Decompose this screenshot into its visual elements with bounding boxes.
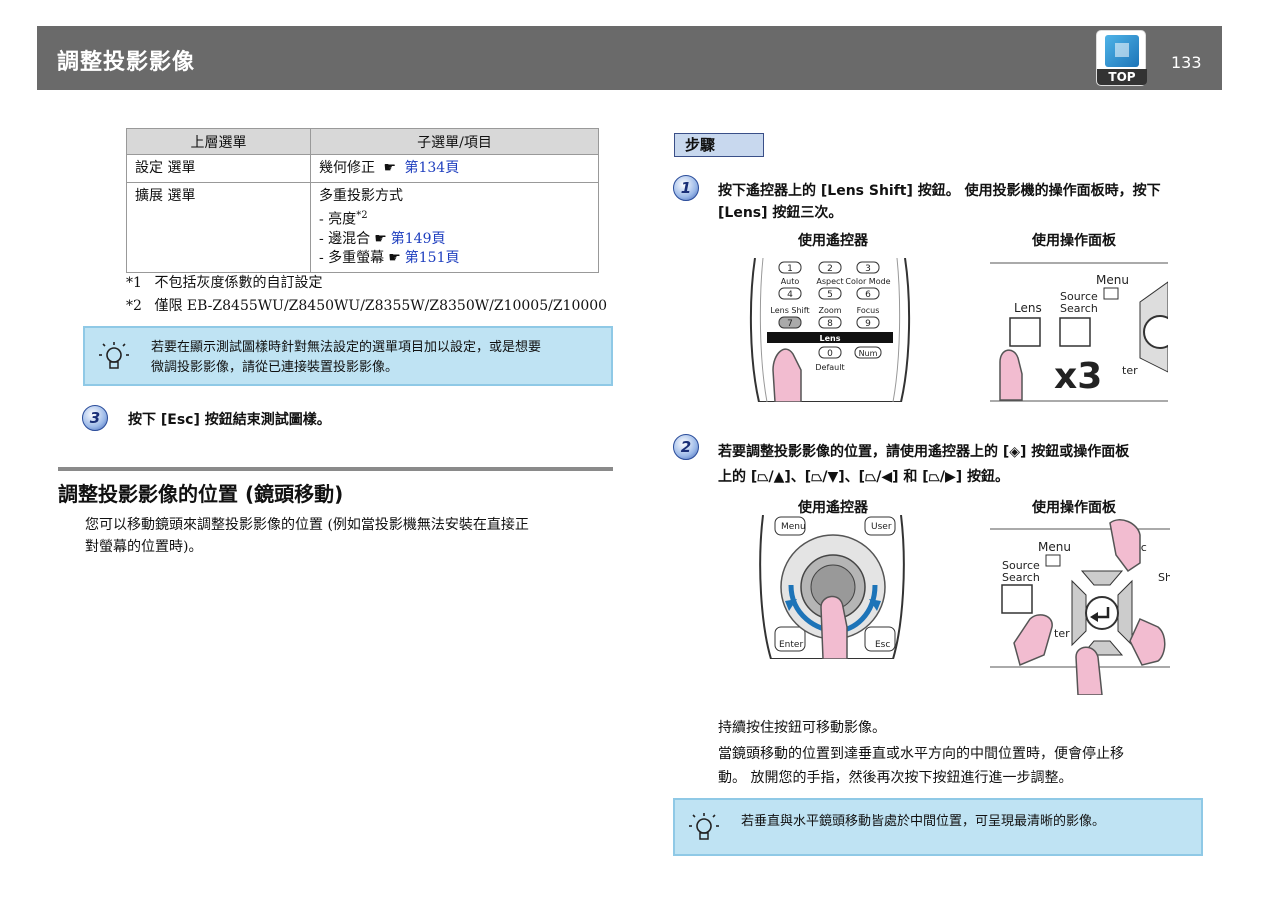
page-header: 調整投影影像 TOP 133: [37, 26, 1222, 90]
item-text: 幾何修正: [319, 160, 375, 176]
section-title: 調整投影影像的位置 (鏡頭移動): [58, 482, 344, 506]
list-item: - 亮度*2: [319, 206, 590, 230]
svg-text:Focus: Focus: [857, 306, 880, 315]
panel-lens-figure: Menu Source Search Lens x3 ter: [990, 262, 1168, 402]
figure-caption: 使用遙控器: [798, 500, 868, 516]
step-text: 按下 [Esc] 按鈕結束測試圖樣。: [128, 412, 331, 428]
svg-text:Aspect: Aspect: [816, 277, 843, 286]
table-cell: 幾何修正 ☛ 第134頁: [310, 154, 599, 183]
table-row: 設定 選單 幾何修正 ☛ 第134頁: [126, 154, 599, 183]
list-item: - 邊混合 ☛ 第149頁: [319, 230, 590, 249]
list-item: - 多重螢幕 ☛ 第151頁: [319, 249, 590, 268]
table-header: 上層選單: [126, 128, 311, 155]
remote-joystick-figure: Menu User Enter Esc: [759, 515, 905, 659]
item-text: 多重投影方式: [319, 188, 403, 204]
svg-text:2: 2: [827, 264, 833, 274]
step-number-badge: 1: [673, 175, 699, 201]
svg-text:Menu: Menu: [781, 522, 806, 532]
lightbulb-icon: [689, 813, 719, 840]
figure-caption: 使用遙控器: [798, 233, 868, 249]
step-number-badge: 3: [82, 405, 108, 431]
svg-text:Search: Search: [1060, 302, 1098, 315]
svg-text:Enter: Enter: [779, 640, 803, 650]
step-text: 按下遙控器上的 [Lens Shift] 按鈕。 使用投影機的操作面板時，按下 …: [718, 183, 1161, 221]
section-body: 您可以移動鏡頭來調整投影影像的位置 (例如當投影機無法安裝在直接正 對螢幕的位置…: [85, 517, 529, 555]
svg-text:Sh: Sh: [1158, 571, 1170, 584]
svg-text:Menu: Menu: [1096, 273, 1129, 287]
svg-text:Lens: Lens: [820, 334, 841, 343]
svg-text:ter: ter: [1122, 364, 1138, 377]
svg-text:ter: ter: [1054, 627, 1070, 640]
svg-text:User: User: [871, 522, 892, 532]
lightbulb-icon: [99, 342, 129, 369]
hand-pointer-icon: ☛: [374, 230, 387, 247]
footnote-ref: *2: [356, 210, 368, 221]
svg-text:3: 3: [865, 264, 871, 274]
item-text: - 邊混合: [319, 230, 371, 247]
tip-text: 若垂直與水平鏡頭移動皆處於中間位置，可呈現最清晰的影像。: [741, 814, 1106, 829]
svg-text:5: 5: [827, 290, 833, 300]
page-link[interactable]: 第149頁: [391, 231, 446, 247]
svg-text:x3: x3: [1054, 356, 1102, 397]
step-text: 若要調整投影影像的位置，請使用遙控器上的 [◈] 按鈕或操作面板 上的 [⏢/▲…: [718, 444, 1130, 485]
hand-pointer-icon: ☛: [388, 249, 401, 266]
table-header: 子選單/項目: [310, 128, 599, 155]
figure-caption: 使用操作面板: [1032, 500, 1116, 516]
svg-text:Search: Search: [1002, 571, 1040, 584]
paragraph: 當鏡頭移動的位置到達垂直或水平方向的中間位置時，便會停止移 動。 放開您的手指，…: [718, 746, 1124, 786]
paragraph: 持續按住按鈕可移動影像。: [718, 720, 886, 736]
hand-pointer-icon: ☛: [383, 160, 397, 176]
panel-arrow-buttons-figure: Menu Source Search sc Sh ter: [990, 519, 1170, 695]
top-label: TOP: [1097, 69, 1147, 85]
table-cell: 設定 選單: [126, 154, 311, 183]
svg-text:Auto: Auto: [781, 277, 800, 286]
procedure-label: 步驟: [674, 133, 764, 157]
tip-text: 若要在顯示測試圖樣時針對無法設定的選單項目加以設定，或是想要 微調投影影像，請從…: [151, 340, 542, 375]
svg-text:Default: Default: [815, 363, 844, 372]
remote-lens-shift-figure: 1 2 3 Auto Aspect Color Mode 4 5 6 Lens …: [749, 258, 911, 402]
page-number: 133: [1171, 53, 1202, 72]
page-link[interactable]: 第134頁: [404, 160, 459, 176]
svg-text:6: 6: [865, 290, 871, 300]
svg-text:Lens Shift: Lens Shift: [770, 306, 809, 315]
tip-box: 若要在顯示測試圖樣時針對無法設定的選單項目加以設定，或是想要 微調投影影像，請從…: [83, 326, 613, 386]
svg-text:Num: Num: [859, 349, 878, 358]
svg-text:8: 8: [827, 319, 833, 329]
svg-text:Zoom: Zoom: [818, 306, 841, 315]
table-cell: 擴展 選單: [126, 182, 311, 273]
svg-text:7: 7: [787, 319, 793, 329]
page-link[interactable]: 第151頁: [405, 250, 460, 266]
step-number-badge: 2: [673, 434, 699, 460]
svg-text:4: 4: [787, 290, 793, 300]
figure-caption: 使用操作面板: [1032, 233, 1116, 249]
svg-text:9: 9: [865, 319, 871, 329]
svg-text:Esc: Esc: [875, 640, 890, 650]
section-divider: [58, 467, 613, 471]
top-button[interactable]: TOP: [1096, 30, 1147, 86]
top-cube-icon: [1105, 35, 1139, 67]
svg-text:Lens: Lens: [1014, 301, 1042, 315]
page-title: 調整投影影像: [57, 50, 196, 75]
svg-text:1: 1: [787, 264, 793, 274]
menu-table: 上層選單 子選單/項目 設定 選單 幾何修正 ☛ 第134頁 擴展 選單 多重投…: [126, 128, 599, 273]
table-row: 擴展 選單 多重投影方式 - 亮度*2 - 邊混合 ☛ 第149頁 - 多重螢幕 ☛ 第…: [126, 182, 599, 273]
item-text: - 亮度: [319, 211, 357, 228]
svg-text:Menu: Menu: [1038, 540, 1071, 554]
footnote: *1 不包括灰度係數的自訂設定: [126, 275, 323, 291]
tip-box: 若垂直與水平鏡頭移動皆處於中間位置，可呈現最清晰的影像。: [673, 798, 1203, 856]
footnote: *2 僅限 EB-Z8455WU/Z8450WU/Z8355W/Z8350W/Z…: [126, 298, 608, 314]
svg-text:Color Mode: Color Mode: [845, 277, 890, 286]
table-cell: 多重投影方式 - 亮度*2 - 邊混合 ☛ 第149頁 - 多重螢幕 ☛ 第151頁: [310, 182, 599, 273]
item-text: - 多重螢幕: [319, 249, 385, 266]
svg-text:0: 0: [827, 349, 833, 359]
